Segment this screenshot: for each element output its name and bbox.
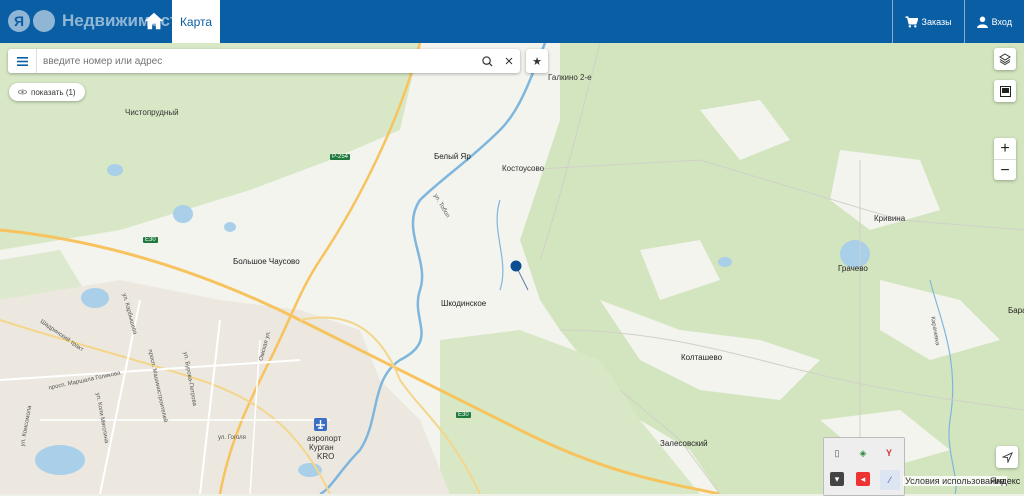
place-label: Грачево: [838, 264, 868, 273]
zoom-in-button[interactable]: +: [994, 138, 1016, 160]
home-icon[interactable]: [143, 10, 165, 32]
search-input[interactable]: [37, 55, 476, 67]
orders-button[interactable]: Заказы: [891, 0, 964, 43]
place-label: Большое Чаусово: [233, 257, 300, 266]
place-label: Колташево: [681, 353, 723, 362]
shield-icon[interactable]: ◈: [856, 446, 870, 460]
extension-red-icon[interactable]: ◂: [856, 472, 870, 486]
login-label: Вход: [991, 16, 1012, 27]
place-label: Бара: [1008, 306, 1024, 315]
menu-button[interactable]: [8, 49, 37, 73]
place-label: Белый Яр: [434, 152, 471, 161]
road-shield: E30: [456, 412, 471, 418]
favorites-button[interactable]: ★: [526, 49, 548, 73]
layers-button[interactable]: [994, 48, 1016, 70]
eye-icon: [18, 89, 27, 95]
star-icon: ★: [532, 55, 542, 68]
user-icon: [976, 16, 988, 28]
geolocation-button[interactable]: [996, 446, 1018, 468]
place-label: Залесовский: [660, 439, 708, 448]
yandex-logo-circle-2: [33, 10, 55, 32]
show-objects-button[interactable]: показать (1): [9, 83, 85, 101]
cart-icon: [905, 15, 918, 28]
hamburger-icon: [16, 56, 28, 66]
search-button[interactable]: [476, 49, 498, 73]
place-label: KRO: [317, 452, 335, 461]
place-label: Костоусово: [502, 164, 545, 173]
map-canvas[interactable]: Галкино 2-е Чистопрудный Белый Яр Костоу…: [0, 43, 1024, 494]
place-label: Чистопрудный: [125, 108, 179, 117]
place-label: аэропорт: [307, 434, 342, 443]
object-marker[interactable]: [510, 260, 522, 272]
tab-map[interactable]: Карта: [172, 0, 220, 43]
close-icon: [505, 57, 513, 65]
bottle-icon[interactable]: ▯: [830, 446, 844, 460]
top-bar: Я Недвижимост Карта Заказы Вход: [0, 0, 1024, 43]
road-shield: Р-254: [330, 154, 351, 160]
search-icon: [481, 55, 493, 67]
place-label: Шкодинское: [441, 299, 487, 308]
fullscreen-icon: [999, 85, 1011, 97]
place-label: Галкино 2-е: [548, 73, 592, 82]
zoom-control: + −: [994, 138, 1016, 180]
pen-icon[interactable]: ⁄: [880, 470, 900, 490]
location-arrow-icon: [1001, 451, 1013, 463]
zoom-out-button[interactable]: −: [994, 160, 1016, 181]
search-bar: [8, 49, 520, 73]
place-label: Курган: [309, 443, 334, 452]
extension-dark-icon[interactable]: ▾: [830, 472, 844, 486]
login-button[interactable]: Вход: [963, 0, 1024, 43]
orders-label: Заказы: [921, 16, 952, 27]
yandex-y-icon[interactable]: Y: [882, 446, 896, 460]
layers-icon: [999, 53, 1011, 65]
fullscreen-button[interactable]: [994, 80, 1016, 102]
road-shield: E30: [143, 237, 158, 243]
place-label: Кривина: [874, 214, 906, 223]
road-label: ул. Гоголя: [218, 435, 246, 441]
yandex-copyright: Яндекс: [990, 476, 1021, 486]
show-objects-label: показать (1): [31, 87, 76, 97]
yandex-logo-circle: Я: [8, 10, 30, 32]
extensions-panel: ▯ ◈ Y ▾ ◂ ⁄: [823, 437, 905, 496]
clear-button[interactable]: [498, 49, 520, 73]
